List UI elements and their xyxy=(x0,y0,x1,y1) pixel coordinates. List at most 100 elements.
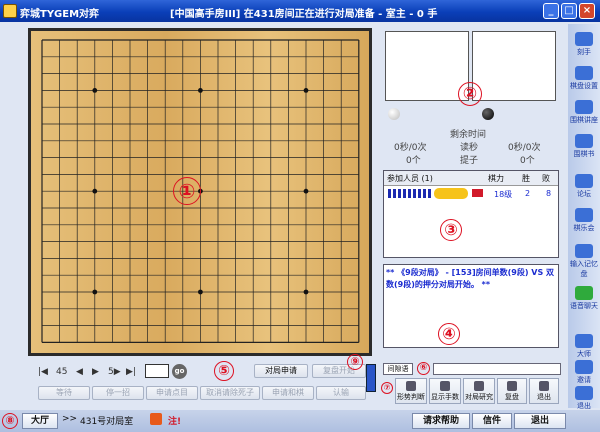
sidebar-item-master[interactable]: 大师 xyxy=(570,334,598,359)
participant-losses: 8 xyxy=(546,189,552,198)
participant-name-graphic xyxy=(388,189,432,198)
forward-5-button[interactable]: 5▶ xyxy=(108,367,121,377)
black-stone-icon xyxy=(482,108,494,120)
review-icon xyxy=(507,381,517,391)
game-controls: |◀ 45 ◀ ▶ 5▶ ▶| go ⑤ 对局申请 复盘开始 等待 停一招 申请… xyxy=(28,360,384,406)
sidebar-item-exit[interactable]: 退出 xyxy=(570,386,598,411)
annotation-2: ② xyxy=(458,82,482,106)
breadcrumb-room[interactable]: 431号对局室 xyxy=(80,414,133,427)
review-button[interactable]: 复盘 xyxy=(497,378,527,404)
star-point xyxy=(303,88,309,93)
resign-button[interactable]: 认输 xyxy=(316,386,366,400)
request-draw-button[interactable]: 申请和棋 xyxy=(262,386,314,400)
remaining-time-label: 剩余时间 xyxy=(450,130,487,140)
chat-log[interactable]: ** 《9段对局》 - [153]房间单数(9段) VS 双数(9段)的押分对局… xyxy=(383,264,559,348)
sidebar-label-voice-chat: 语音聊天 xyxy=(570,302,598,310)
sidebar-label-forum: 论坛 xyxy=(577,190,591,198)
black-captures: 0个 xyxy=(520,156,535,166)
exit-game-label: 退出 xyxy=(537,393,551,401)
app-icon xyxy=(3,4,17,18)
white-time: 0秒/0次 xyxy=(394,143,427,153)
annotation-9: ⑨ xyxy=(347,354,363,370)
sidebar-label-kifu: 刻手 xyxy=(577,48,591,56)
study-icon xyxy=(474,381,484,391)
app-window: 弈城TYGEM对弈 [中国高手房III] 在431房间正在进行对局准备 - 室主… xyxy=(0,0,600,432)
speaker-icon[interactable] xyxy=(150,413,162,425)
sidebar-label-invite: 邀请 xyxy=(577,376,591,384)
annotation-1: ① xyxy=(173,177,201,205)
position-judge-button[interactable]: 形势判断 xyxy=(395,378,427,404)
sidebar-item-board-settings[interactable]: 棋盘设置 xyxy=(570,66,598,91)
chat-input-label[interactable]: 间隙语 xyxy=(383,363,413,375)
scroll-toggle[interactable] xyxy=(366,364,376,392)
show-move-numbers-button[interactable]: 显示手数 xyxy=(429,378,461,404)
sidebar-label-input-memory: 输入记忆盘 xyxy=(570,260,598,278)
minimize-button[interactable]: _ xyxy=(543,3,559,19)
title-bar[interactable]: 弈城TYGEM对弈 [中国高手房III] 在431房间正在进行对局准备 - 室主… xyxy=(0,0,600,22)
close-button[interactable]: × xyxy=(579,3,595,19)
star-point xyxy=(303,289,309,295)
exit-game-button[interactable]: 退出 xyxy=(529,378,559,404)
right-panel: ② 剩余时间 读秒 提子 0秒/0次 0秒/0次 0个 0个 参加人员 (1) … xyxy=(380,28,562,358)
pass-button[interactable]: 停一招 xyxy=(92,386,144,400)
star-point xyxy=(92,188,98,194)
sidebar-label-books: 围棋书 xyxy=(573,150,595,158)
forum-icon xyxy=(575,174,593,188)
next-move-button[interactable]: ▶ xyxy=(92,367,99,377)
sidebar-label-board-settings: 棋盘设置 xyxy=(570,82,598,90)
go-board-frame: ① xyxy=(28,28,372,356)
participants-list[interactable]: 参加人员 (1) 棋力 胜 败 18级 2 8 ③ xyxy=(383,170,559,258)
go-board[interactable]: ① xyxy=(31,31,369,353)
app-title: 弈城TYGEM对弈 xyxy=(20,9,100,20)
lecture-icon xyxy=(575,100,593,114)
participant-row[interactable]: 18级 2 8 xyxy=(384,187,558,201)
position-judge-label: 形势判断 xyxy=(397,393,425,401)
sidebar-item-kifu[interactable]: 刻手 xyxy=(570,32,598,57)
exit-button[interactable]: 退出 xyxy=(514,413,566,429)
sidebar-item-forum[interactable]: 论坛 xyxy=(570,174,598,199)
sidebar-item-voice-chat[interactable]: 语音聊天 xyxy=(570,286,598,311)
bottom-bar: ⑧ 大厅 >> 431号对局室 注! 请求帮助 信件 退出 xyxy=(0,410,600,432)
side-menu: 刻手 棋盘设置 围棋讲座 围棋书 论坛 棋乐会 输入记忆盘 语音聊天 大师 邀请… xyxy=(568,24,600,411)
request-count-button[interactable]: 申请点目 xyxy=(146,386,198,400)
invite-icon xyxy=(575,360,593,374)
participant-rank: 18级 xyxy=(494,190,513,199)
last-move-button[interactable]: ▶| xyxy=(126,367,136,377)
sidebar-item-club[interactable]: 棋乐会 xyxy=(570,208,598,233)
go-button[interactable]: go xyxy=(172,364,187,379)
white-stone-icon xyxy=(388,108,400,120)
prev-move-button[interactable]: ◀ xyxy=(76,367,83,377)
chat-input[interactable] xyxy=(433,363,561,375)
flag-icon xyxy=(472,189,483,197)
star-point xyxy=(198,289,203,295)
judge-icon xyxy=(406,381,416,391)
participant-wins: 2 xyxy=(525,189,531,198)
sidebar-item-invite[interactable]: 邀请 xyxy=(570,360,598,385)
club-icon xyxy=(575,208,593,222)
star-point xyxy=(92,88,98,93)
black-player-photo xyxy=(472,31,556,101)
annotation-7: ⑦ xyxy=(381,382,393,394)
annotation-4: ④ xyxy=(438,323,460,345)
board-settings-icon xyxy=(575,66,593,80)
study-button[interactable]: 对局研究 xyxy=(463,378,495,404)
match-request-button[interactable]: 对局申请 xyxy=(254,364,308,378)
captures-label: 提子 xyxy=(460,156,479,166)
byoyomi-label: 读秒 xyxy=(460,143,479,153)
request-help-button[interactable]: 请求帮助 xyxy=(412,413,470,429)
black-time: 0秒/0次 xyxy=(508,143,541,153)
sidebar-item-books[interactable]: 围棋书 xyxy=(570,134,598,159)
participants-col-losses: 败 xyxy=(542,174,550,183)
move-number-input[interactable] xyxy=(145,364,169,378)
first-move-button[interactable]: |◀ xyxy=(38,367,48,377)
wait-button[interactable]: 等待 xyxy=(38,386,90,400)
input-memory-icon xyxy=(575,244,593,258)
cancel-dead-stones-button[interactable]: 取消请除死子 xyxy=(200,386,260,400)
sidebar-item-lecture[interactable]: 围棋讲座 xyxy=(570,100,598,125)
lobby-button[interactable]: 大厅 xyxy=(22,413,58,429)
mail-button[interactable]: 信件 xyxy=(472,413,512,429)
books-icon xyxy=(575,134,593,148)
sidebar-item-input-memory[interactable]: 输入记忆盘 xyxy=(570,244,598,279)
maximize-button[interactable]: □ xyxy=(561,3,577,19)
back-45-button[interactable]: 45 xyxy=(56,367,67,377)
